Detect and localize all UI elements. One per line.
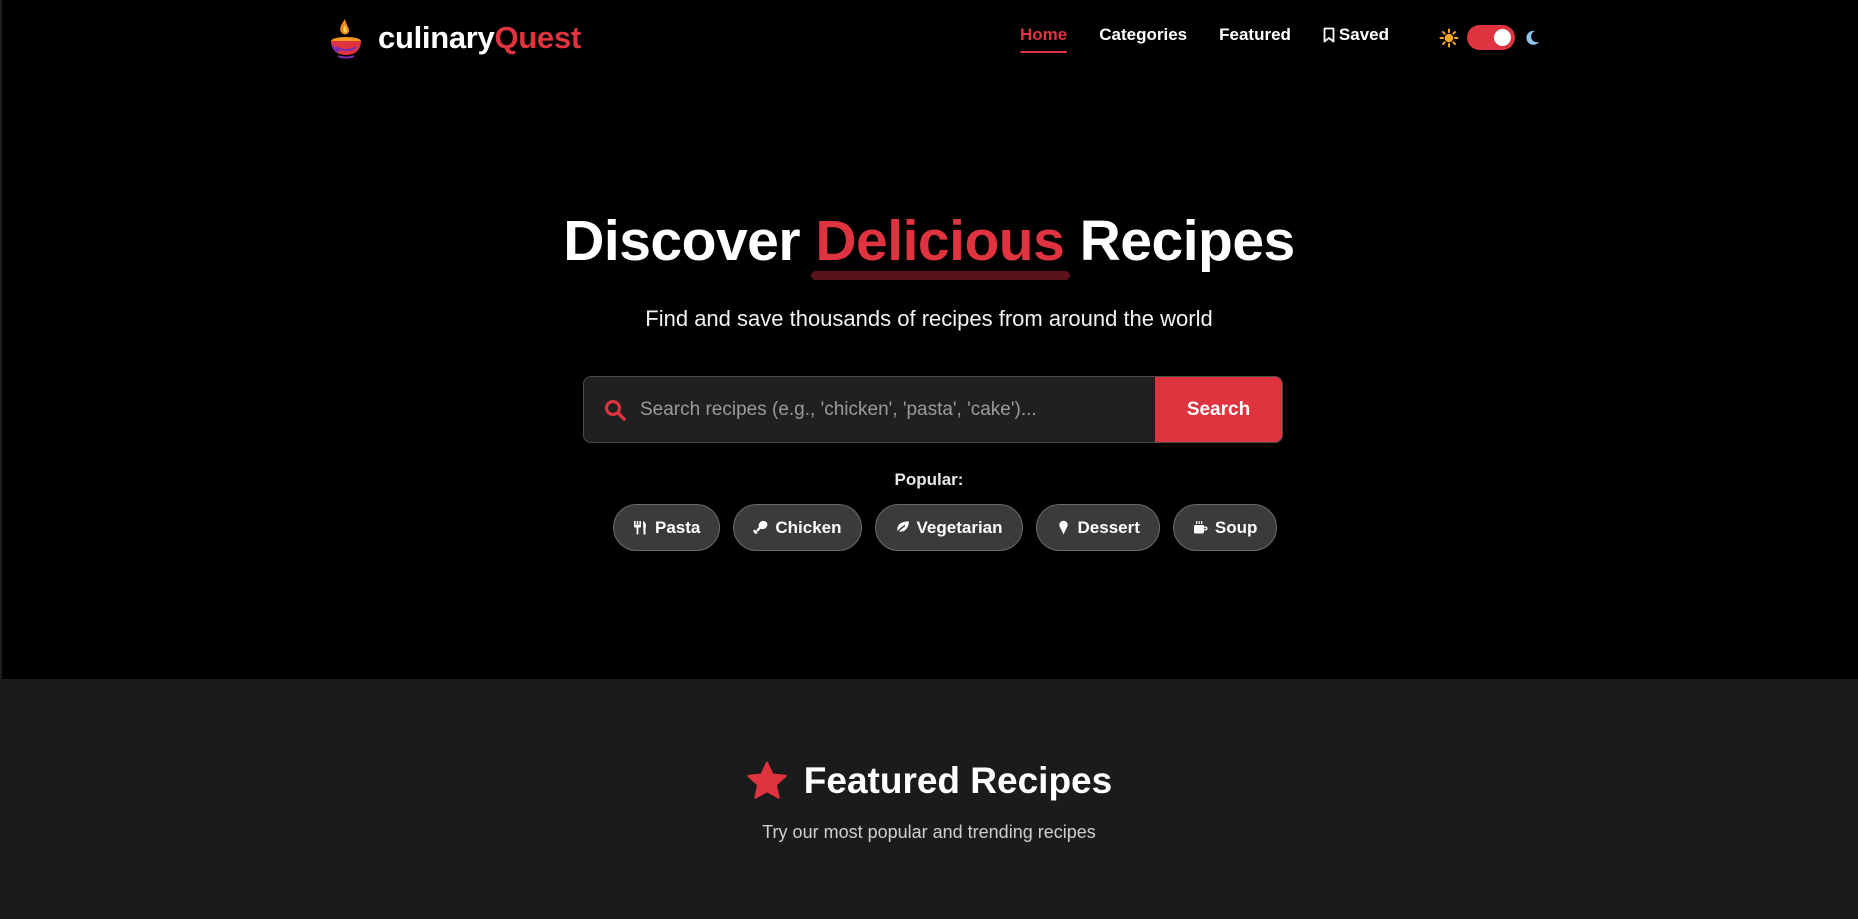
ice-cream-icon <box>1056 520 1071 535</box>
chip-dessert[interactable]: Dessert <box>1035 504 1160 551</box>
featured-subtitle: Try our most popular and trending recipe… <box>762 822 1096 842</box>
chip-chicken[interactable]: Chicken <box>733 504 862 551</box>
featured-section: Featured Recipes Try our most popular an… <box>0 679 1858 919</box>
leaf-icon <box>894 520 910 535</box>
search-icon <box>604 399 626 421</box>
brand-name-part2: Quest <box>494 20 581 55</box>
theme-switcher <box>1439 25 1541 50</box>
nav-featured[interactable]: Featured <box>1219 25 1291 53</box>
search-field <box>584 377 1155 442</box>
chip-vegetarian[interactable]: Vegetarian <box>874 504 1023 551</box>
hero-title: Discover Delicious Recipes <box>0 206 1858 280</box>
brand-name: culinaryQuest <box>378 20 581 56</box>
theme-toggle-knob <box>1494 29 1511 46</box>
nav-home[interactable]: Home <box>1020 25 1068 53</box>
nav-saved-label: Saved <box>1338 25 1389 44</box>
main-nav: Home Categories Featured Saved <box>1020 25 1389 53</box>
brand-logo[interactable]: culinaryQuest <box>328 16 581 60</box>
drumstick-icon <box>753 520 768 535</box>
bookmark-icon <box>1323 27 1335 43</box>
search-button[interactable]: Search <box>1155 377 1282 442</box>
theme-toggle[interactable] <box>1467 25 1515 50</box>
moon-icon <box>1523 29 1541 47</box>
hero-title-before: Discover <box>563 209 801 273</box>
chip-vegetarian-label: Vegetarian <box>916 517 1003 537</box>
flame-bowl-logo-icon <box>328 17 364 59</box>
chip-dessert-label: Dessert <box>1077 517 1140 537</box>
chip-pasta[interactable]: Pasta <box>613 504 721 551</box>
nav-saved[interactable]: Saved <box>1323 25 1389 53</box>
sun-icon <box>1439 28 1459 48</box>
mug-icon <box>1193 520 1208 535</box>
featured-title: Featured Recipes <box>0 760 1858 802</box>
nav-categories[interactable]: Categories <box>1099 25 1187 53</box>
chip-soup-label: Soup <box>1214 517 1258 537</box>
brand-name-part1: culinary <box>378 20 495 55</box>
popular-label: Popular: <box>894 470 964 489</box>
hero-title-highlight: Delicious <box>811 206 1071 280</box>
utensils-icon <box>633 520 648 535</box>
search-bar: Search <box>583 376 1283 443</box>
chip-soup[interactable]: Soup <box>1172 504 1278 551</box>
featured-title-text: Featured Recipes <box>803 760 1113 801</box>
search-input[interactable] <box>640 398 1155 421</box>
chip-chicken-label: Chicken <box>775 517 842 537</box>
chip-pasta-label: Pasta <box>655 517 701 537</box>
hero-subtitle: Find and save thousands of recipes from … <box>645 306 1213 331</box>
popular-chips: Pasta Chicken Vegetarian Dessert Soup <box>613 504 1278 551</box>
star-icon <box>746 761 788 801</box>
hero-title-after: Recipes <box>1079 209 1296 273</box>
site-header: culinaryQuest Home Categories Featured S… <box>0 0 1858 76</box>
